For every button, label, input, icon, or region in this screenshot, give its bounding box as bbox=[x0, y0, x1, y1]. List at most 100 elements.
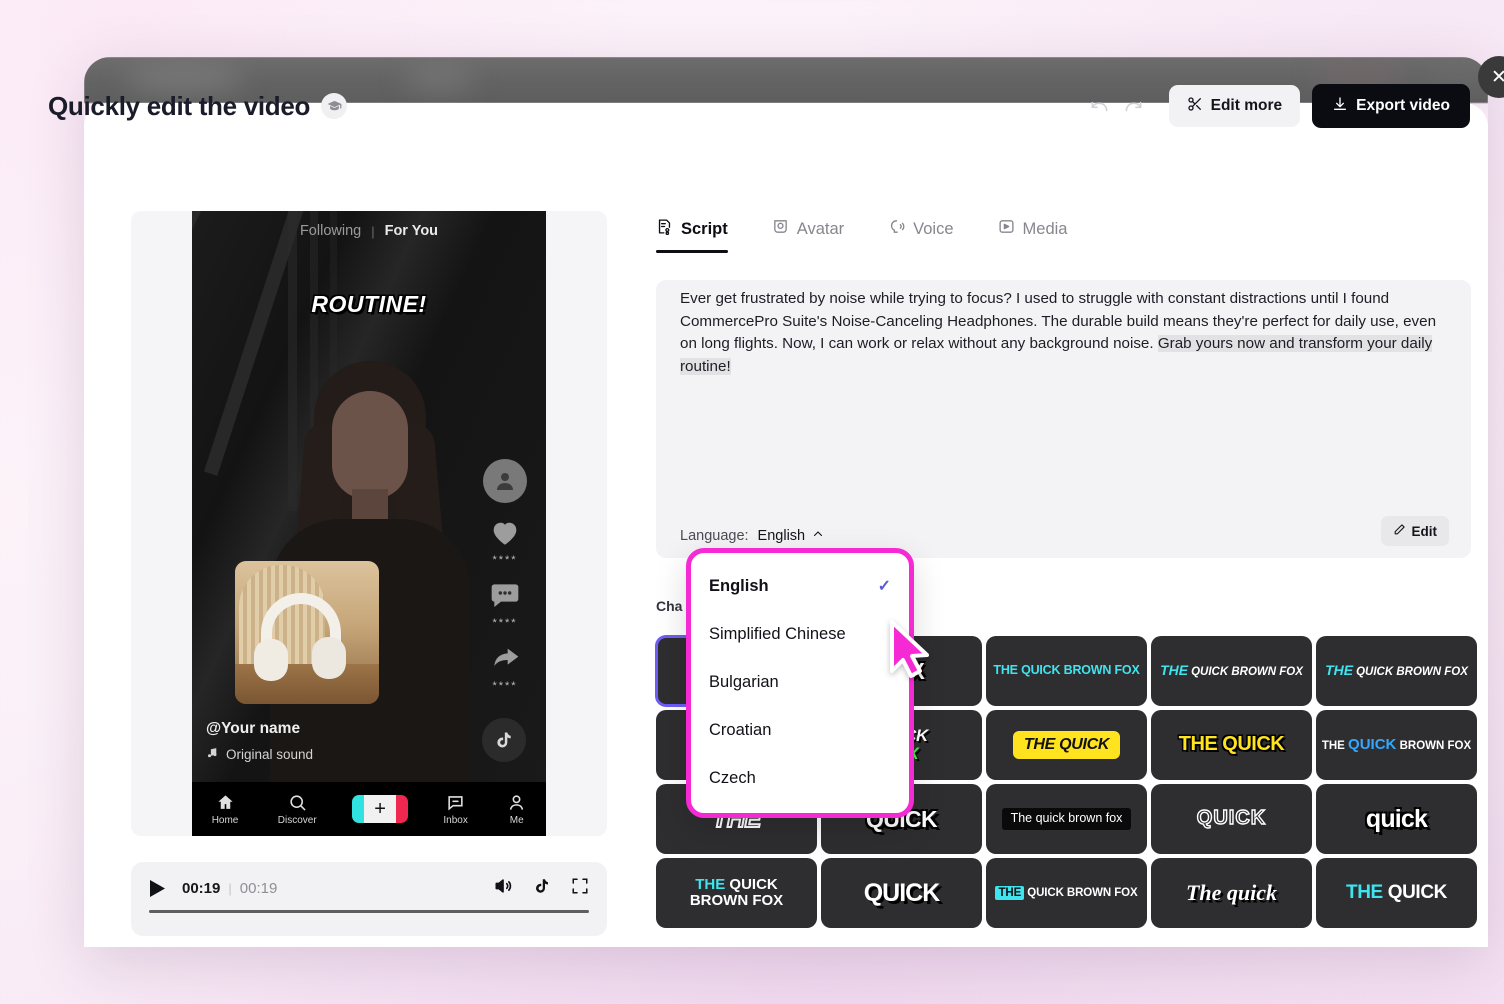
voice-icon bbox=[888, 218, 905, 240]
tiktok-nav-inbox[interactable]: Inbox bbox=[443, 793, 468, 826]
chevron-up-icon bbox=[812, 528, 824, 544]
export-video-button[interactable]: Export video bbox=[1312, 84, 1470, 128]
style-preview-text: THE QUICK BROWN FOX bbox=[995, 885, 1138, 900]
like-count: **** bbox=[492, 554, 518, 566]
product-image-overlay bbox=[235, 561, 379, 704]
tiktok-nav-separator: | bbox=[371, 223, 375, 239]
language-option-label: Bulgarian bbox=[709, 672, 779, 691]
style-preview-text: THE QUICK BROWN FOX bbox=[993, 663, 1140, 678]
tab-avatar[interactable]: Avatar bbox=[772, 218, 844, 253]
language-selected-value: English bbox=[757, 528, 806, 544]
edit-more-button[interactable]: Edit more bbox=[1168, 85, 1301, 127]
tiktok-nav-discover-label: Discover bbox=[277, 814, 317, 826]
tiktok-foryou-tab[interactable]: For You bbox=[385, 223, 438, 239]
language-option-bulgarian[interactable]: Bulgarian bbox=[691, 658, 909, 706]
language-dropdown[interactable]: English ✓ Simplified Chinese Bulgarian C… bbox=[686, 548, 914, 818]
tiktok-nav-me-label: Me bbox=[509, 814, 524, 826]
style-preview-text: QUICK bbox=[1196, 807, 1267, 830]
style-preview-text: THE QUICK bbox=[1012, 731, 1121, 759]
caption-style-tile[interactable]: THE QUICK BROWN FOX bbox=[1316, 710, 1477, 780]
caption-style-tile[interactable]: THE QUICK bbox=[986, 710, 1147, 780]
video-player-controls: 00:19 | 00:19 bbox=[131, 862, 607, 936]
comment-icon[interactable]: **** bbox=[489, 574, 521, 629]
download-icon bbox=[1332, 96, 1348, 117]
caption-style-tile[interactable]: THE QUICK BROWN FOX bbox=[656, 858, 817, 928]
tiktok-nav-me[interactable]: Me bbox=[507, 793, 526, 826]
avatar-icon bbox=[772, 218, 789, 240]
tiktok-nav-home[interactable]: Home bbox=[211, 793, 239, 826]
profile-avatar-icon[interactable] bbox=[483, 459, 527, 503]
caption-style-tile[interactable]: THE QUICK BROWN FOX bbox=[1151, 636, 1312, 706]
language-option-english[interactable]: English ✓ bbox=[691, 562, 909, 610]
tiktok-nav-inbox-label: Inbox bbox=[443, 814, 468, 826]
caption-style-tile[interactable]: THE QUICK BROWN FOX bbox=[1316, 636, 1477, 706]
caption-style-tile[interactable]: THE QUICK BROWN FOX bbox=[986, 858, 1147, 928]
language-option-label: Croatian bbox=[709, 720, 772, 739]
check-icon: ✓ bbox=[877, 578, 891, 595]
caption-style-tile[interactable]: QUICK bbox=[1151, 784, 1312, 854]
fullscreen-icon[interactable] bbox=[571, 877, 589, 900]
time-separator: | bbox=[228, 881, 232, 896]
redo-icon[interactable] bbox=[1117, 89, 1151, 123]
language-option-simplified-chinese[interactable]: Simplified Chinese bbox=[691, 610, 909, 658]
total-time: 00:19 bbox=[239, 880, 278, 897]
export-video-label: Export video bbox=[1356, 97, 1450, 114]
tiktok-action-sidebar: **** **** **** bbox=[476, 459, 534, 692]
editor-tabs: Script Avatar Voice Media bbox=[656, 218, 1067, 253]
tab-voice[interactable]: Voice bbox=[888, 218, 954, 253]
language-option-czech[interactable]: Czech bbox=[691, 754, 909, 802]
language-option-croatian[interactable]: Croatian bbox=[691, 706, 909, 754]
share-icon[interactable]: **** bbox=[489, 637, 521, 692]
caption-style-tile[interactable]: quick bbox=[1316, 784, 1477, 854]
progress-bar[interactable] bbox=[149, 910, 589, 913]
music-note-icon bbox=[206, 746, 219, 762]
plus-icon[interactable]: + bbox=[352, 795, 409, 823]
tiktok-nav-create[interactable]: + bbox=[352, 795, 409, 823]
script-edit-label: Edit bbox=[1411, 523, 1438, 539]
style-preview-text: THE QUICK BROWN FOX bbox=[689, 876, 784, 909]
language-option-label: Simplified Chinese bbox=[709, 624, 846, 643]
video-username: @Your name bbox=[206, 720, 301, 737]
scissors-icon bbox=[1187, 96, 1203, 117]
tab-script[interactable]: Script bbox=[656, 218, 728, 253]
script-text[interactable]: Ever get frustrated by noise while tryin… bbox=[680, 288, 1445, 378]
language-row: Language: English bbox=[680, 528, 824, 544]
tiktok-icon[interactable] bbox=[533, 877, 551, 900]
video-caption-overlay: ROUTINE! bbox=[311, 291, 427, 317]
tab-media[interactable]: Media bbox=[998, 218, 1068, 253]
volume-icon[interactable] bbox=[493, 876, 513, 901]
graduation-cap-icon[interactable] bbox=[321, 93, 348, 119]
language-option-label: Czech bbox=[709, 768, 756, 787]
script-edit-button[interactable]: Edit bbox=[1380, 516, 1449, 546]
caption-style-tile[interactable]: QUICK bbox=[821, 858, 982, 928]
style-preview-text: QUICK bbox=[863, 878, 941, 907]
tiktok-following-tab[interactable]: Following bbox=[300, 223, 361, 239]
video-frame[interactable]: Following | For You ROUTINE! **** **** *… bbox=[192, 211, 546, 836]
editor-header: Quickly edit the video Edit more Export … bbox=[48, 78, 1470, 134]
caption-style-tile[interactable]: The quick brown fox bbox=[986, 784, 1147, 854]
caption-style-tile[interactable]: THE QUICK bbox=[1316, 858, 1477, 928]
video-sound: Original sound bbox=[206, 746, 313, 762]
tiktok-nav-discover[interactable]: Discover bbox=[278, 793, 317, 826]
language-selector[interactable]: English bbox=[758, 528, 825, 544]
page-title: Quickly edit the video bbox=[48, 90, 311, 121]
language-label: Language: bbox=[680, 528, 749, 544]
style-preview-text: THE QUICK BROWN FOX bbox=[1321, 735, 1472, 753]
caption-style-tile[interactable]: THE QUICK bbox=[1151, 710, 1312, 780]
tiktok-icon[interactable] bbox=[482, 718, 526, 762]
caption-style-tile[interactable]: The quick bbox=[1151, 858, 1312, 928]
script-icon bbox=[656, 218, 673, 240]
undo-icon[interactable] bbox=[1083, 89, 1117, 123]
heart-icon[interactable]: **** bbox=[488, 511, 522, 566]
tiktok-nav-home-label: Home bbox=[211, 814, 239, 826]
script-editor-card[interactable]: Ever get frustrated by noise while tryin… bbox=[656, 280, 1471, 558]
tab-voice-label: Voice bbox=[913, 219, 954, 238]
style-preview-text: The quick bbox=[1185, 880, 1278, 906]
video-meta: @Your name Original sound bbox=[206, 720, 313, 762]
caption-style-tile[interactable]: THE QUICK BROWN FOX bbox=[986, 636, 1147, 706]
share-count: **** bbox=[492, 680, 518, 692]
header-actions: Edit more Export video bbox=[1083, 84, 1470, 128]
tab-media-label: Media bbox=[1022, 219, 1068, 238]
play-icon[interactable] bbox=[149, 879, 166, 898]
tiktok-top-nav: Following | For You bbox=[192, 223, 546, 239]
